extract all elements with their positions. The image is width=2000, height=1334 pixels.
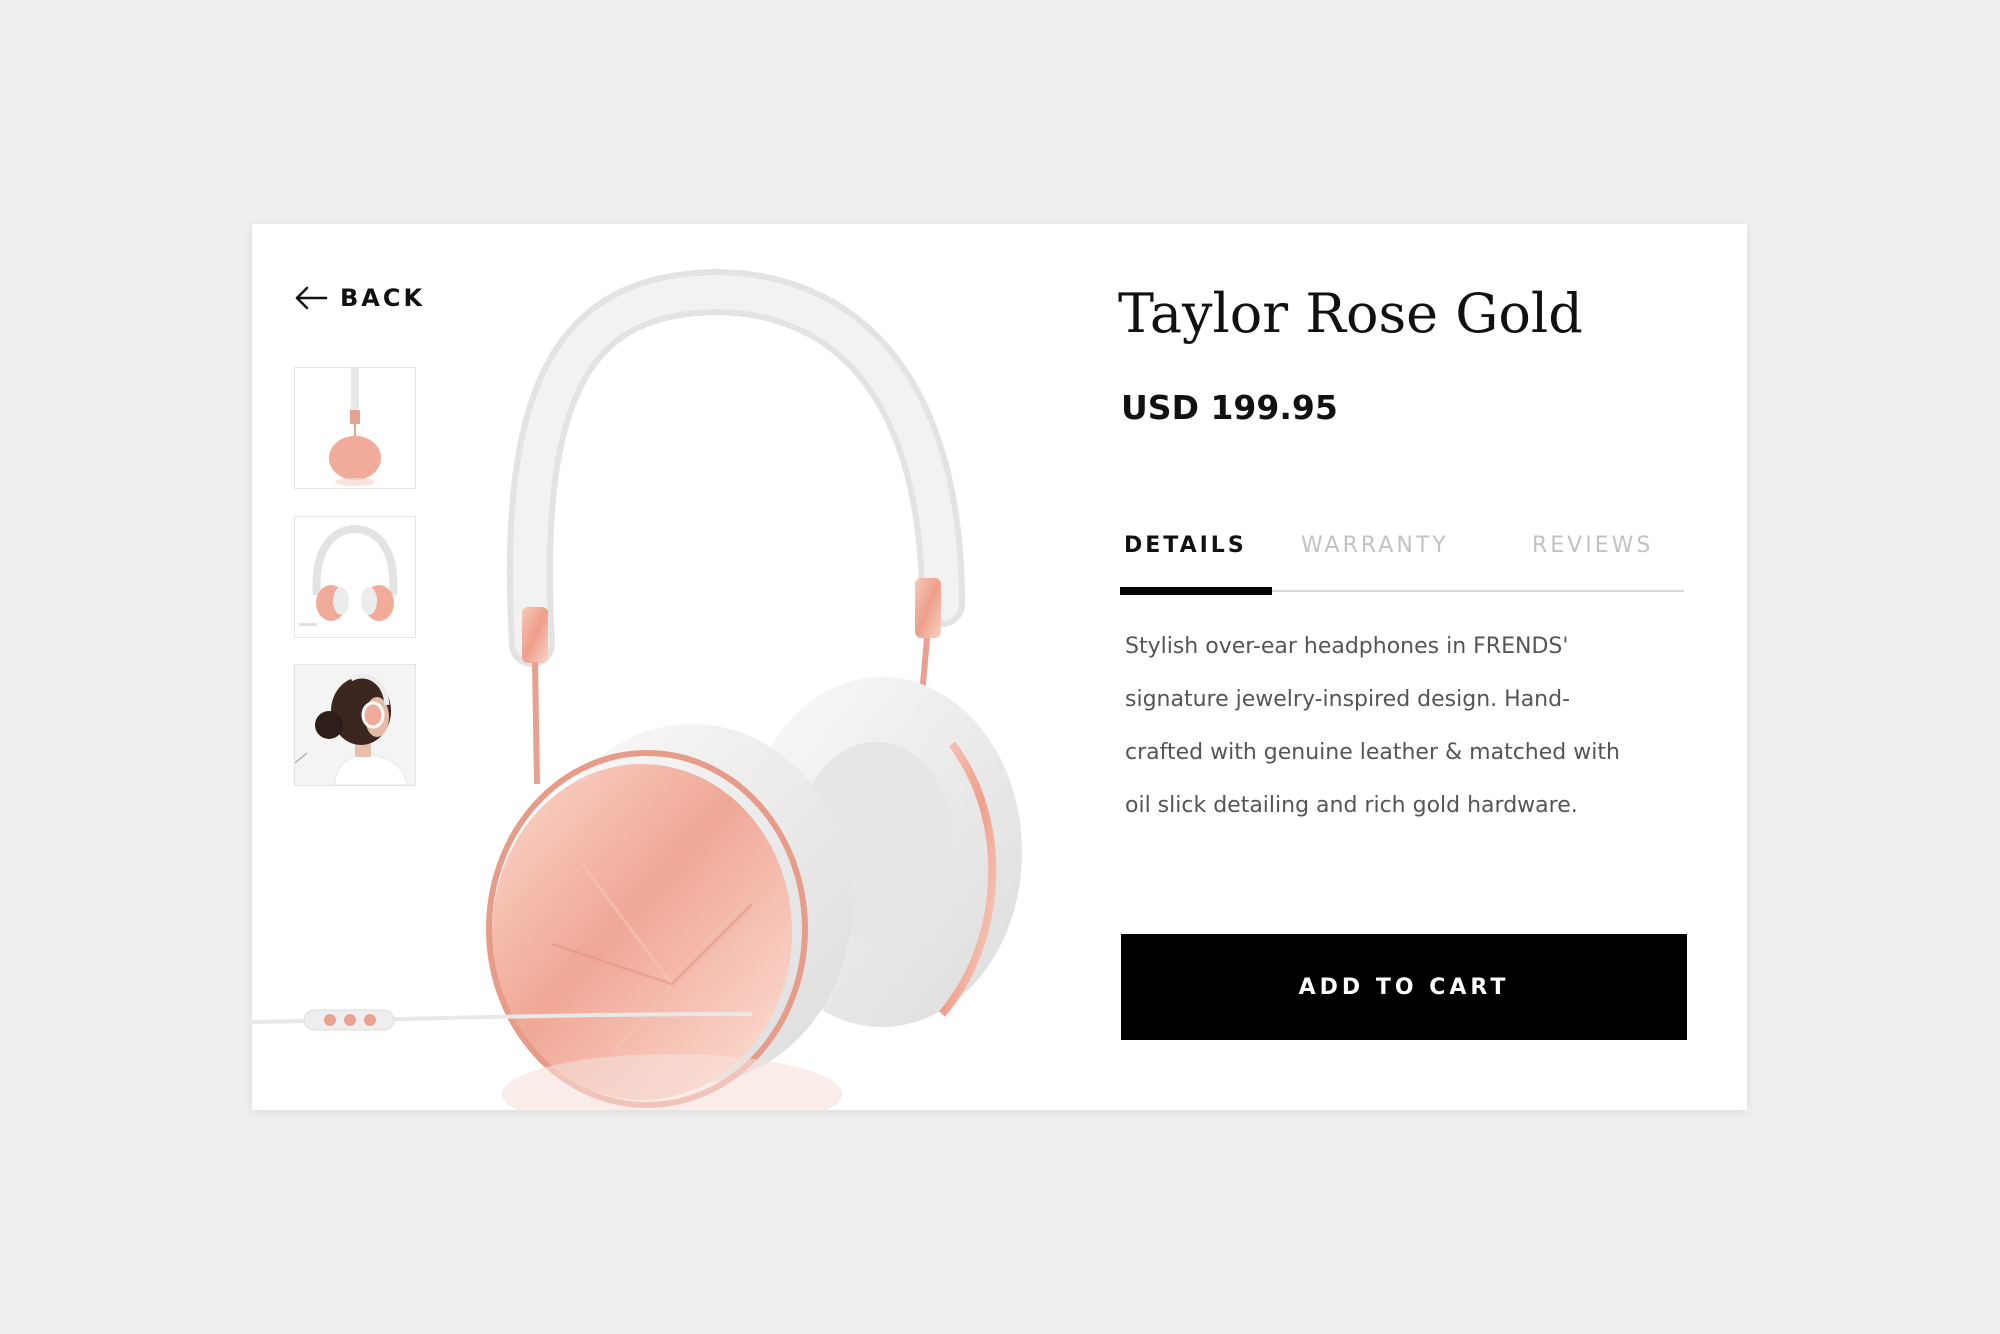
thumbnail-model-wearing-headphones[interactable] xyxy=(294,664,416,786)
product-description: Stylish over-ear headphones in FRENDS' s… xyxy=(1125,634,1620,818)
product-card: BACK Taylor Rose Gold USD 199.95 DETAILS… xyxy=(252,224,1747,1110)
back-button[interactable]: BACK xyxy=(294,284,425,312)
add-to-cart-button[interactable]: ADD TO CART xyxy=(1121,934,1687,1040)
thumbnail-headphones-front-view[interactable] xyxy=(294,516,416,638)
product-price: USD 199.95 xyxy=(1121,388,1338,427)
tab-reviews[interactable]: REVIEWS xyxy=(1532,518,1653,590)
product-title: Taylor Rose Gold xyxy=(1118,282,1583,345)
product-tabs: DETAILS WARRANTY REVIEWS xyxy=(1120,518,1684,595)
arrow-left-icon xyxy=(294,285,328,311)
tab-details[interactable]: DETAILS xyxy=(1124,518,1247,590)
back-label: BACK xyxy=(340,284,426,312)
thumbnail-headphones-side-view[interactable] xyxy=(294,367,416,489)
tab-warranty[interactable]: WARRANTY xyxy=(1301,518,1449,590)
active-tab-indicator xyxy=(1120,587,1272,595)
